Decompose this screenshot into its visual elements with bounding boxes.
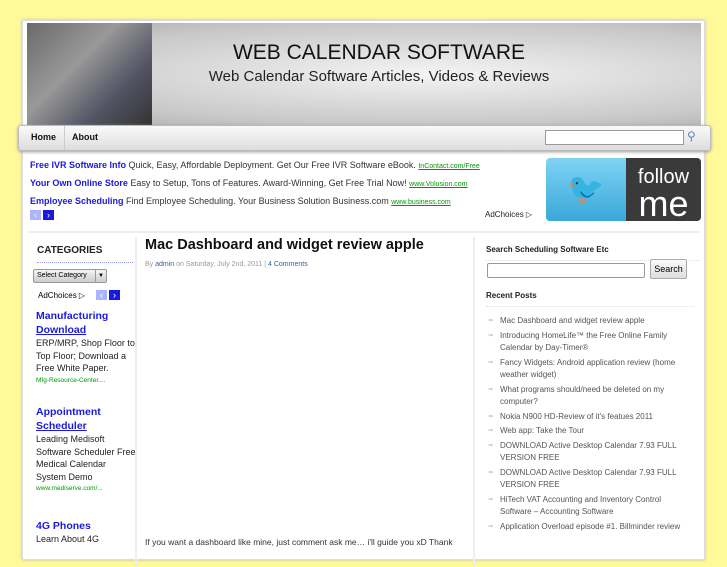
ad-title[interactable]: Scheduler: [36, 420, 87, 432]
top-ad-block: Free IVR Software Info Quick, Easy, Affo…: [30, 156, 480, 220]
ad-title[interactable]: Employee Scheduling: [30, 196, 124, 206]
me-text: me: [638, 183, 689, 222]
right-sidebar: Search Scheduling Software Etc Search Re…: [484, 237, 699, 533]
category-select[interactable]: Select Category ▼: [33, 269, 107, 283]
meta-by: By: [145, 261, 154, 268]
ad-url[interactable]: InContact.com/Free: [418, 163, 479, 170]
recent-post-link[interactable]: DOWNLOAD Active Desktop Calendar 7.93 FU…: [484, 467, 694, 492]
category-select-value: Select Category: [37, 272, 87, 279]
sidebar-search-input[interactable]: [487, 263, 645, 278]
recent-post-link[interactable]: Introducing HomeLife™ the Free Online Fa…: [484, 330, 694, 355]
ad-url[interactable]: www.mediserve.com/...: [36, 483, 136, 496]
prev-arrow-icon[interactable]: ‹: [96, 290, 107, 300]
search-icon[interactable]: ⚲: [687, 129, 696, 143]
ad-text: Learn About 4G: [36, 534, 100, 544]
ad-title[interactable]: 4G Phones: [36, 519, 136, 533]
categories-heading: CATEGORIES: [37, 245, 133, 263]
recent-post-link[interactable]: What programs should/need be deleted on …: [484, 384, 694, 409]
adchoices-link[interactable]: AdChoices ▷: [38, 291, 85, 300]
nav-divider: [64, 126, 65, 150]
post-title[interactable]: Mac Dashboard and widget review apple: [145, 237, 424, 253]
ad-url[interactable]: www.business.com: [391, 199, 451, 206]
nav-search-input[interactable]: [545, 130, 684, 145]
side-ad[interactable]: Manufacturing Download ERP/MRP, Shop Floo…: [36, 309, 136, 387]
adchoices-link[interactable]: AdChoices ▷: [485, 210, 532, 219]
recent-posts-heading: Recent Posts: [486, 291, 694, 307]
twitter-bird-icon: 🐦: [546, 158, 626, 221]
main-content: Mac Dashboard and widget review apple By…: [139, 237, 475, 567]
ad-item[interactable]: Free IVR Software Info Quick, Easy, Affo…: [30, 156, 480, 174]
ad-item[interactable]: Your Own Online Store Easy to Setup, Ton…: [30, 174, 480, 192]
ad-text: Quick, Easy, Affordable Deployment. Get …: [128, 160, 416, 170]
ad-text: Easy to Setup, Tons of Features. Award-W…: [130, 178, 407, 188]
recent-post-link[interactable]: Fancy Widgets: Android application revie…: [484, 357, 694, 382]
ad-text: Leading Medisoft Software Scheduler Free…: [36, 434, 136, 482]
ad-url[interactable]: Mfg-Resource-Center....: [36, 375, 136, 388]
ad-text: ERP/MRP, Shop Floor to Top Floor; Downlo…: [36, 338, 135, 373]
twitter-follow-badge[interactable]: 🐦 follow me: [546, 158, 701, 221]
ad-title[interactable]: Manufacturing: [36, 310, 108, 322]
site-title[interactable]: WEB CALENDAR SOFTWARE: [27, 41, 701, 65]
side-ad[interactable]: 4G Phones Learn About 4G: [36, 519, 136, 546]
recent-post-link[interactable]: DOWNLOAD Active Desktop Calendar 7.93 FU…: [484, 440, 694, 465]
comments-link[interactable]: 4 Comments: [268, 261, 308, 268]
recent-posts: Recent Posts Mac Dashboard and widget re…: [484, 291, 694, 535]
prev-arrow-icon[interactable]: ‹: [30, 210, 41, 220]
next-arrow-icon[interactable]: ›: [43, 210, 54, 220]
recent-post-link[interactable]: Application Overload episode #1. Billmin…: [484, 521, 694, 534]
side-ad[interactable]: Appointment Scheduler Leading Medisoft So…: [36, 405, 136, 496]
ad-url[interactable]: www.Volusion.com: [409, 181, 467, 188]
ad-text: Find Employee Scheduling. Your Business …: [126, 196, 389, 206]
recent-post-link[interactable]: Nokia N900 HD-Review of it's featues 201…: [484, 411, 694, 424]
ad-title[interactable]: Download: [36, 324, 86, 336]
post-meta: By admin on Saturday, July 2nd, 2011 | 4…: [145, 261, 308, 268]
recent-post-link[interactable]: HiTech VAT Accounting and Inventory Cont…: [484, 494, 694, 519]
site-header: WEB CALENDAR SOFTWARE Web Calendar Softw…: [27, 23, 701, 125]
ad-title[interactable]: Free IVR Software Info: [30, 160, 126, 170]
main-nav: Home About ⚲: [18, 125, 711, 151]
divider: [28, 231, 700, 233]
ad-title[interactable]: Your Own Online Store: [30, 178, 128, 188]
ad-item[interactable]: Employee Scheduling Find Employee Schedu…: [30, 192, 480, 210]
next-arrow-icon[interactable]: ›: [109, 290, 120, 300]
nav-home[interactable]: Home: [31, 132, 56, 142]
chevron-down-icon: ▼: [95, 270, 106, 282]
site-description: Web Calendar Software Articles, Videos &…: [208, 68, 550, 85]
post-date: on Saturday, July 2nd, 2011 |: [176, 261, 267, 268]
page-container: WEB CALENDAR SOFTWARE Web Calendar Softw…: [18, 20, 711, 567]
author-link[interactable]: admin: [155, 261, 174, 268]
nav-about[interactable]: About: [72, 132, 98, 142]
left-sidebar: CATEGORIES Select Category ▼ AdChoices ▷ …: [29, 237, 137, 567]
recent-post-link[interactable]: Mac Dashboard and widget review apple: [484, 315, 694, 328]
ad-title[interactable]: Appointment: [36, 406, 101, 418]
recent-post-link[interactable]: Web app: Take the Tour: [484, 425, 694, 438]
post-excerpt: If you want a dashboard like mine, just …: [145, 537, 453, 547]
search-button[interactable]: Search: [650, 259, 687, 279]
